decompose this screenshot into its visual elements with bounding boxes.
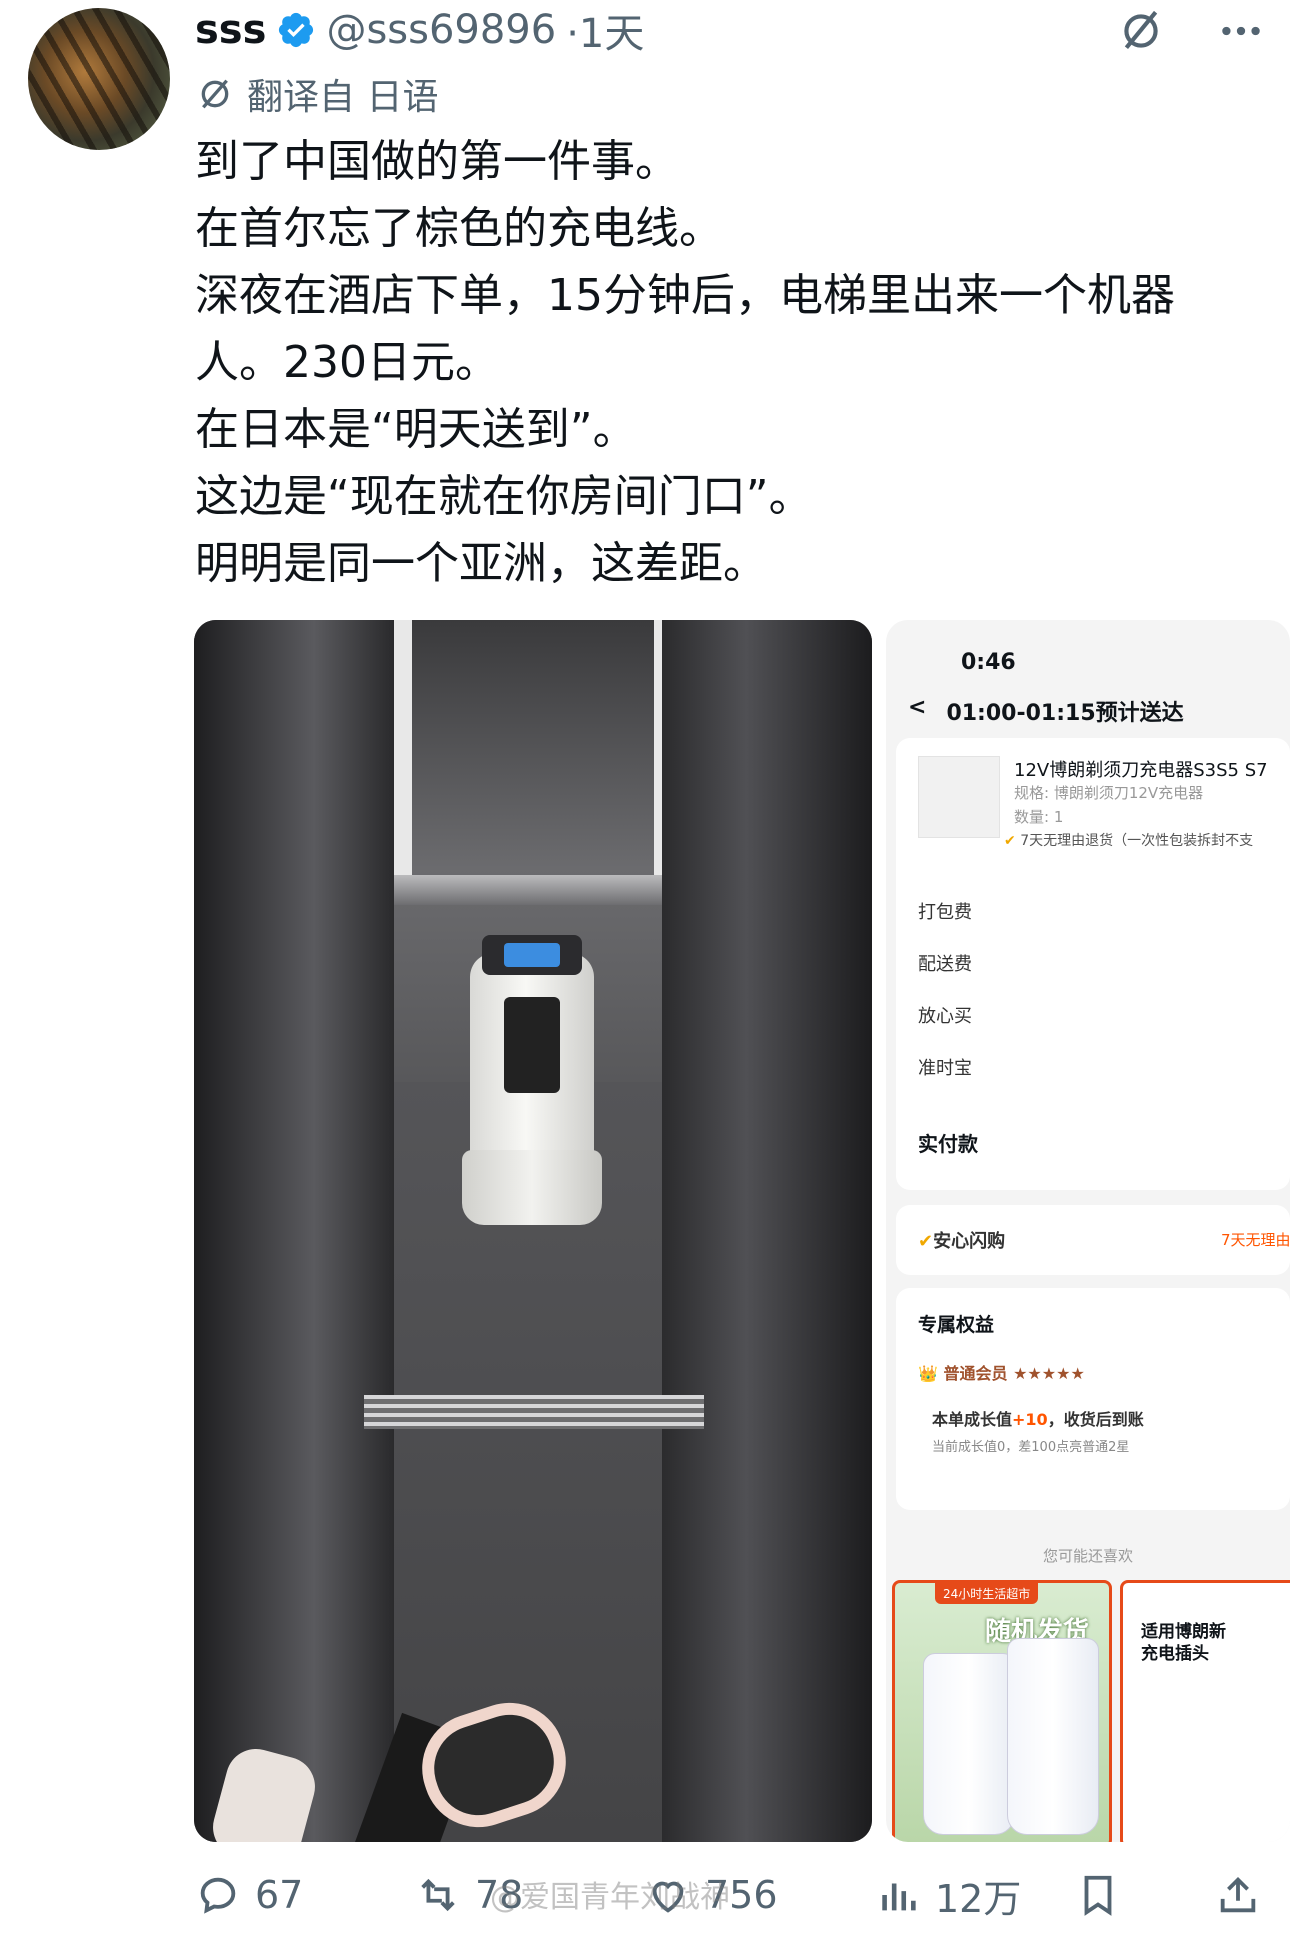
back-chevron-icon: < bbox=[908, 695, 927, 720]
promo-card[interactable]: 适用博朗新 充电插头 bbox=[1120, 1580, 1290, 1842]
share-icon bbox=[1220, 1876, 1256, 1913]
tweet-line: 深夜在酒店下单，15分钟后，电梯里出来一个机器 bbox=[195, 270, 1175, 321]
fee-row: 放心买 bbox=[918, 1006, 972, 1027]
product-qty: 数量: 1 bbox=[1014, 808, 1064, 826]
retweet-icon bbox=[421, 1878, 455, 1912]
tweet-actions: 67 78 756 12万 bbox=[195, 1860, 1285, 1930]
member-level: 👑 普通会员 ★★★★★ bbox=[918, 1364, 1085, 1383]
avatar[interactable] bbox=[28, 8, 170, 150]
fee-row: 准时宝 bbox=[918, 1058, 972, 1079]
cup-image bbox=[923, 1653, 1015, 1835]
share-button[interactable] bbox=[1215, 1872, 1261, 1918]
views-count: 12万 bbox=[935, 1876, 1022, 1921]
translation-label: 翻译自 日语 bbox=[247, 77, 439, 118]
tweet-time[interactable]: ·1天 bbox=[566, 1, 644, 59]
translation-note[interactable]: 翻译自 日语 bbox=[195, 68, 438, 120]
author-name[interactable]: sss bbox=[195, 7, 266, 53]
tweet-line: 明明是同一个亚洲，这差距。 bbox=[195, 538, 767, 589]
growth-note: 当前成长值0，差100点亮普通2星 bbox=[932, 1440, 1130, 1455]
tweet-line: 到了中国做的第一件事。 bbox=[195, 136, 679, 187]
verified-badge-icon bbox=[279, 12, 314, 48]
check-icon: ✔ bbox=[1004, 833, 1021, 849]
product-spec: 规格: 博朗剃须刀12V充电器 bbox=[1014, 784, 1204, 802]
tweet-line: 在首尔忘了棕色的充电线。 bbox=[195, 203, 723, 254]
grok-icon[interactable] bbox=[1116, 6, 1166, 56]
tweet-line: 在日本是“明天送到”。 bbox=[195, 404, 637, 455]
tweet-header: sss @sss69896 ·1天 bbox=[195, 0, 644, 60]
reply-icon bbox=[200, 1877, 236, 1914]
views-button[interactable]: 12万 bbox=[875, 1868, 1021, 1923]
watermark: @爱国青年刘战神 bbox=[490, 1880, 730, 1915]
perks-title: 专属权益 bbox=[918, 1314, 995, 1336]
safe-buy: ✔安心闪购 bbox=[918, 1231, 1006, 1252]
cup-image bbox=[1007, 1638, 1099, 1835]
safe-buy-card: ✔安心闪购 7天无理由 bbox=[896, 1205, 1290, 1275]
safe-buy-note: 7天无理由 bbox=[1221, 1231, 1290, 1249]
product-title: 12V博朗剃须刀充电器S3S5 S7 bbox=[1014, 760, 1268, 781]
translate-icon bbox=[201, 79, 229, 109]
perks-card: 专属权益 👑 普通会员 ★★★★★ 本单成长值+10，收货后到账 当前成长值0，… bbox=[896, 1288, 1290, 1510]
phone-time: 0:46 bbox=[961, 650, 1016, 675]
tweet-line: 这边是“现在就在你房间门口”。 bbox=[195, 471, 813, 522]
growth-line: 本单成长值+10，收货后到账 bbox=[932, 1410, 1144, 1429]
product-thumbnail bbox=[918, 756, 1000, 838]
more-options-icon[interactable] bbox=[1216, 6, 1266, 56]
recommend-label: 您可能还喜欢 bbox=[1042, 1547, 1133, 1565]
promo-card[interactable]: 24小时生活超市 随机发货 bbox=[892, 1580, 1112, 1842]
fee-row: 打包费 bbox=[918, 902, 972, 923]
author-handle[interactable]: @sss69896 bbox=[326, 7, 556, 53]
header-actions bbox=[1116, 6, 1266, 56]
promo-title: 适用博朗新 充电插头 bbox=[1141, 1622, 1226, 1664]
eta-text: 01:00-01:15预计送达 bbox=[946, 701, 1184, 726]
tweet-line: 人。230日元。 bbox=[195, 337, 499, 388]
tweet-text: 到了中国做的第一件事。 在首尔忘了棕色的充电线。 深夜在酒店下单，15分钟后，电… bbox=[195, 128, 1275, 597]
paid-label: 实付款 bbox=[918, 1132, 978, 1156]
bookmark-button[interactable] bbox=[1075, 1872, 1121, 1918]
media-photo-elevator[interactable] bbox=[194, 620, 872, 1842]
return-policy: ✔ 7天无理由退货（一次性包装拆封不支 bbox=[1004, 833, 1254, 849]
reply-button[interactable]: 67 bbox=[195, 1872, 303, 1918]
media-photo-order-screenshot[interactable]: 0:46 < 01:00-01:15预计送达 12V博朗剃须刀充电器S3S5 S… bbox=[886, 620, 1290, 1842]
order-card: 12V博朗剃须刀充电器S3S5 S7 规格: 博朗剃须刀12V充电器 数量: 1… bbox=[896, 738, 1290, 1190]
delivery-eta: < 01:00-01:15预计送达 bbox=[908, 695, 1184, 727]
delivery-robot-image bbox=[462, 925, 602, 1225]
promo-banner: 24小时生活超市 bbox=[935, 1583, 1039, 1604]
views-icon bbox=[882, 1883, 916, 1911]
fee-row: 配送费 bbox=[918, 954, 972, 975]
bookmark-icon bbox=[1084, 1875, 1112, 1916]
reply-count: 67 bbox=[255, 1873, 304, 1917]
